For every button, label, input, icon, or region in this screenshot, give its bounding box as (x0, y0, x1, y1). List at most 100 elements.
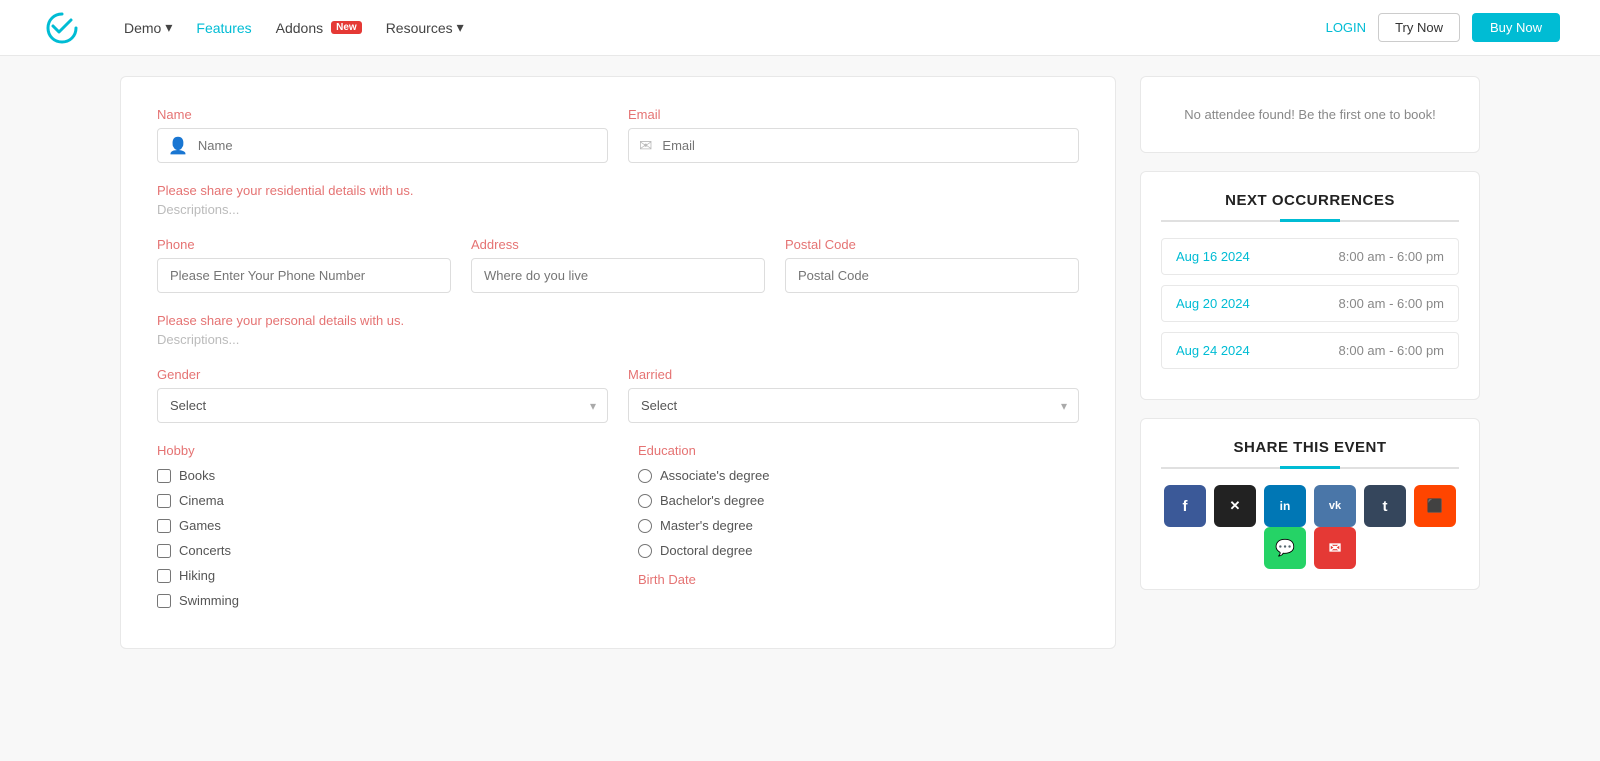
navbar: Demo ▾ Features Addons New Resources ▾ L… (0, 0, 1600, 56)
occurrence-3: Aug 24 2024 8:00 am - 6:00 pm (1161, 332, 1459, 369)
name-label: Name (157, 107, 608, 122)
whatsapp-share-button[interactable]: 💬 (1264, 527, 1306, 569)
birth-date-label: Birth Date (638, 572, 1079, 587)
games-checkbox[interactable] (157, 519, 171, 533)
occ-time-1: 8:00 am - 6:00 pm (1339, 249, 1445, 264)
edu-doctoral: Doctoral degree (638, 543, 1079, 558)
associate-radio[interactable] (638, 469, 652, 483)
form-panel: Name 👤 Email ✉ Please share your residen… (120, 76, 1116, 649)
address-label: Address (471, 237, 765, 252)
hobby-education-row: Hobby Books Cinema Games Concerts (157, 443, 1079, 618)
name-input-wrap: 👤 (157, 128, 608, 163)
tumblr-share-button[interactable]: t (1364, 485, 1406, 527)
occurrence-2: Aug 20 2024 8:00 am - 6:00 pm (1161, 285, 1459, 322)
associate-label: Associate's degree (660, 468, 769, 483)
address-group: Address (471, 237, 765, 293)
nav-features[interactable]: Features (196, 20, 251, 36)
occ-time-2: 8:00 am - 6:00 pm (1339, 296, 1445, 311)
married-select-wrap: Select Yes No (628, 388, 1079, 423)
occ-date-2[interactable]: Aug 20 2024 (1176, 296, 1250, 311)
swimming-checkbox[interactable] (157, 594, 171, 608)
hobby-games: Games (157, 518, 598, 533)
hobby-concerts: Concerts (157, 543, 598, 558)
sidebar-panel: No attendee found! Be the first one to b… (1140, 76, 1480, 649)
master-label: Master's degree (660, 518, 753, 533)
hobby-swimming: Swimming (157, 593, 598, 608)
facebook-share-button[interactable]: f (1164, 485, 1206, 527)
hobby-books: Books (157, 468, 598, 483)
navbar-actions: LOGIN Try Now Buy Now (1326, 13, 1560, 42)
doctoral-label: Doctoral degree (660, 543, 753, 558)
nav-resources[interactable]: Resources ▾ (386, 19, 464, 36)
master-radio[interactable] (638, 519, 652, 533)
address-row: Phone Address Postal Code (157, 237, 1079, 293)
nav-menu: Demo ▾ Features Addons New Resources ▾ (124, 19, 1326, 36)
occurrence-1: Aug 16 2024 8:00 am - 6:00 pm (1161, 238, 1459, 275)
nav-demo[interactable]: Demo ▾ (124, 19, 172, 36)
married-select[interactable]: Select Yes No (628, 388, 1079, 423)
twitter-share-button[interactable]: ✕ (1214, 485, 1256, 527)
hobby-hiking: Hiking (157, 568, 598, 583)
share-icons-row2: 💬 ✉ (1161, 527, 1459, 569)
logo[interactable] (40, 6, 84, 50)
books-label: Books (179, 468, 215, 483)
gender-select-wrap: Select Male Female Other (157, 388, 608, 423)
married-group: Married Select Yes No (628, 367, 1079, 423)
email-group: Email ✉ (628, 107, 1079, 163)
cinema-label: Cinema (179, 493, 224, 508)
personal-notice: Please share your personal details with … (157, 313, 1079, 328)
login-button[interactable]: LOGIN (1326, 20, 1366, 35)
address-input[interactable] (471, 258, 765, 293)
education-col: Education Associate's degree Bachelor's … (638, 443, 1079, 618)
edu-master: Master's degree (638, 518, 1079, 533)
concerts-label: Concerts (179, 543, 231, 558)
education-label: Education (638, 443, 1079, 458)
doctoral-radio[interactable] (638, 544, 652, 558)
occurrences-card: NEXT OCCURRENCES Aug 16 2024 8:00 am - 6… (1140, 171, 1480, 400)
swimming-label: Swimming (179, 593, 239, 608)
share-icons: f ✕ in vk t ⬛ (1161, 485, 1459, 527)
email-input[interactable] (656, 129, 1068, 162)
hobby-label: Hobby (157, 443, 598, 458)
edu-bachelor: Bachelor's degree (638, 493, 1079, 508)
chevron-down-icon: ▾ (457, 19, 464, 36)
phone-group: Phone (157, 237, 451, 293)
occ-time-3: 8:00 am - 6:00 pm (1339, 343, 1445, 358)
books-checkbox[interactable] (157, 469, 171, 483)
email-label: Email (628, 107, 1079, 122)
postal-group: Postal Code (785, 237, 1079, 293)
hobby-col: Hobby Books Cinema Games Concerts (157, 443, 598, 618)
personal-desc: Descriptions... (157, 332, 1079, 347)
occ-date-1[interactable]: Aug 16 2024 (1176, 249, 1250, 264)
vk-share-button[interactable]: vk (1314, 485, 1356, 527)
email-input-wrap: ✉ (628, 128, 1079, 163)
occ-date-3[interactable]: Aug 24 2024 (1176, 343, 1250, 358)
no-attendee-text: No attendee found! Be the first one to b… (1161, 97, 1459, 132)
name-email-row: Name 👤 Email ✉ (157, 107, 1079, 163)
bachelor-label: Bachelor's degree (660, 493, 764, 508)
concerts-checkbox[interactable] (157, 544, 171, 558)
nav-addons[interactable]: Addons New (276, 20, 362, 36)
email-share-button[interactable]: ✉ (1314, 527, 1356, 569)
linkedin-share-button[interactable]: in (1264, 485, 1306, 527)
name-group: Name 👤 (157, 107, 608, 163)
phone-input[interactable] (157, 258, 451, 293)
name-input[interactable] (192, 129, 597, 162)
chevron-down-icon: ▾ (165, 19, 172, 36)
reddit-share-button[interactable]: ⬛ (1414, 485, 1456, 527)
postal-input[interactable] (785, 258, 1079, 293)
person-icon: 👤 (168, 136, 188, 156)
games-label: Games (179, 518, 221, 533)
try-button[interactable]: Try Now (1378, 13, 1460, 42)
buy-button[interactable]: Buy Now (1472, 13, 1560, 42)
bachelor-radio[interactable] (638, 494, 652, 508)
no-attendee-card: No attendee found! Be the first one to b… (1140, 76, 1480, 153)
cinema-checkbox[interactable] (157, 494, 171, 508)
married-label: Married (628, 367, 1079, 382)
hiking-checkbox[interactable] (157, 569, 171, 583)
gender-married-row: Gender Select Male Female Other Married … (157, 367, 1079, 423)
residential-notice: Please share your residential details wi… (157, 183, 1079, 198)
gender-select[interactable]: Select Male Female Other (157, 388, 608, 423)
phone-label: Phone (157, 237, 451, 252)
hiking-label: Hiking (179, 568, 215, 583)
